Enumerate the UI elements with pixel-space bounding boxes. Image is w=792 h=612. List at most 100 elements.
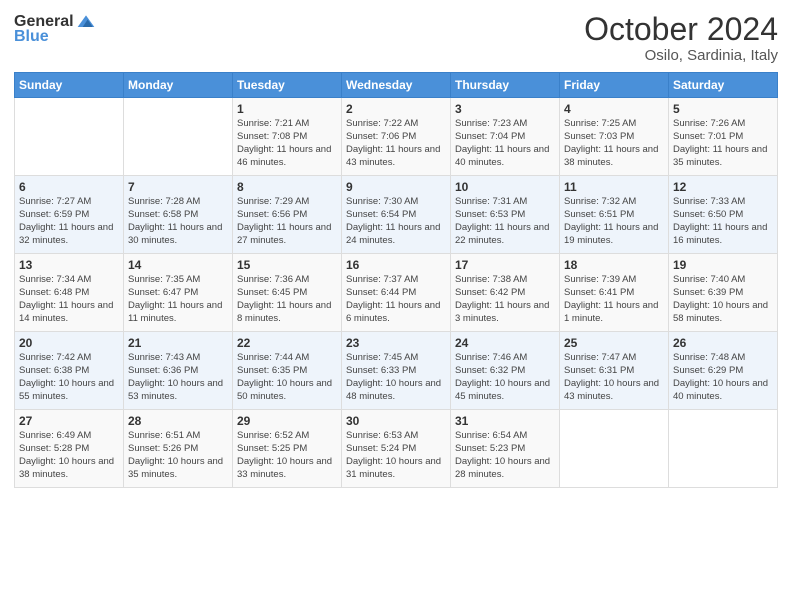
day-number: 25: [564, 336, 664, 350]
calendar-row: 1 Sunrise: 7:21 AM Sunset: 7:08 PM Daylig…: [15, 98, 778, 176]
table-row: 11 Sunrise: 7:32 AM Sunset: 6:51 PM Dayli…: [560, 176, 669, 254]
table-row: [669, 410, 778, 488]
table-row: 20 Sunrise: 7:42 AM Sunset: 6:38 PM Dayli…: [15, 332, 124, 410]
calendar-row: 6Sunrise: 7:27 AM Sunset: 6:59 PM Daylig…: [15, 176, 778, 254]
cell-content: Sunrise: 7:30 AM Sunset: 6:54 PM Dayligh…: [346, 196, 446, 247]
day-number: 15: [237, 258, 337, 272]
table-row: [15, 98, 124, 176]
cell-content: Sunrise: 7:39 AM Sunset: 6:41 PM Dayligh…: [564, 274, 664, 325]
cell-content: Sunrise: 7:46 AM Sunset: 6:32 PM Dayligh…: [455, 352, 555, 403]
day-number: 31: [455, 414, 555, 428]
table-row: 8 Sunrise: 7:29 AM Sunset: 6:56 PM Daylig…: [233, 176, 342, 254]
table-row: 18 Sunrise: 7:39 AM Sunset: 6:41 PM Dayli…: [560, 254, 669, 332]
table-row: 28 Sunrise: 6:51 AM Sunset: 5:26 PM Dayli…: [124, 410, 233, 488]
cell-content: Sunrise: 7:32 AM Sunset: 6:51 PM Dayligh…: [564, 196, 664, 247]
cell-content: Sunrise: 7:36 AM Sunset: 6:45 PM Dayligh…: [237, 274, 337, 325]
day-number: 4: [564, 102, 664, 116]
cell-content: Sunrise: 6:54 AM Sunset: 5:23 PM Dayligh…: [455, 430, 555, 481]
day-number: 21: [128, 336, 228, 350]
day-number: 20: [19, 336, 119, 350]
table-row: 5 Sunrise: 7:26 AM Sunset: 7:01 PM Daylig…: [669, 98, 778, 176]
table-row: 1 Sunrise: 7:21 AM Sunset: 7:08 PM Daylig…: [233, 98, 342, 176]
table-row: 26 Sunrise: 7:48 AM Sunset: 6:29 PM Dayli…: [669, 332, 778, 410]
day-number: 27: [19, 414, 119, 428]
table-row: 2Sunrise: 7:22 AM Sunset: 7:06 PM Daylig…: [342, 98, 451, 176]
day-number: 16: [346, 258, 446, 272]
day-number: 7: [128, 180, 228, 194]
day-number: 14: [128, 258, 228, 272]
cell-content: Sunrise: 6:51 AM Sunset: 5:26 PM Dayligh…: [128, 430, 228, 481]
cell-content: Sunrise: 7:26 AM Sunset: 7:01 PM Dayligh…: [673, 118, 773, 169]
cell-content: Sunrise: 6:49 AM Sunset: 5:28 PM Dayligh…: [19, 430, 119, 481]
day-number: 2: [346, 102, 446, 116]
cell-content: Sunrise: 7:44 AM Sunset: 6:35 PM Dayligh…: [237, 352, 337, 403]
cell-content: Sunrise: 7:34 AM Sunset: 6:48 PM Dayligh…: [19, 274, 119, 325]
table-row: 4Sunrise: 7:25 AM Sunset: 7:03 PM Daylig…: [560, 98, 669, 176]
cell-content: Sunrise: 7:28 AM Sunset: 6:58 PM Dayligh…: [128, 196, 228, 247]
col-wednesday: Wednesday: [342, 73, 451, 98]
day-number: 26: [673, 336, 773, 350]
day-number: 19: [673, 258, 773, 272]
cell-content: Sunrise: 7:38 AM Sunset: 6:42 PM Dayligh…: [455, 274, 555, 325]
day-number: 29: [237, 414, 337, 428]
cell-content: Sunrise: 7:31 AM Sunset: 6:53 PM Dayligh…: [455, 196, 555, 247]
cell-content: Sunrise: 7:29 AM Sunset: 6:56 PM Dayligh…: [237, 196, 337, 247]
day-number: 23: [346, 336, 446, 350]
table-row: 25 Sunrise: 7:47 AM Sunset: 6:31 PM Dayli…: [560, 332, 669, 410]
table-row: 3 Sunrise: 7:23 AM Sunset: 7:04 PM Daylig…: [451, 98, 560, 176]
table-row: [560, 410, 669, 488]
table-row: 27 Sunrise: 6:49 AM Sunset: 5:28 PM Dayli…: [15, 410, 124, 488]
day-number: 8: [237, 180, 337, 194]
col-tuesday: Tuesday: [233, 73, 342, 98]
day-number: 24: [455, 336, 555, 350]
table-row: [124, 98, 233, 176]
table-row: 19Sunrise: 7:40 AM Sunset: 6:39 PM Dayli…: [669, 254, 778, 332]
calendar-row: 13 Sunrise: 7:34 AM Sunset: 6:48 PM Dayli…: [15, 254, 778, 332]
month-title: October 2024: [584, 12, 778, 47]
title-block: October 2024 Osilo, Sardinia, Italy: [584, 12, 778, 64]
table-row: 31 Sunrise: 6:54 AM Sunset: 5:23 PM Dayli…: [451, 410, 560, 488]
cell-content: Sunrise: 7:48 AM Sunset: 6:29 PM Dayligh…: [673, 352, 773, 403]
logo: General Blue: [14, 12, 96, 46]
table-row: 30Sunrise: 6:53 AM Sunset: 5:24 PM Dayli…: [342, 410, 451, 488]
col-sunday: Sunday: [15, 73, 124, 98]
day-number: 1: [237, 102, 337, 116]
cell-content: Sunrise: 7:42 AM Sunset: 6:38 PM Dayligh…: [19, 352, 119, 403]
main-container: General Blue October 2024 Osilo, Sardini…: [0, 0, 792, 498]
header-row: Sunday Monday Tuesday Wednesday Thursday…: [15, 73, 778, 98]
calendar-table: Sunday Monday Tuesday Wednesday Thursday…: [14, 72, 778, 488]
cell-content: Sunrise: 6:52 AM Sunset: 5:25 PM Dayligh…: [237, 430, 337, 481]
table-row: 21Sunrise: 7:43 AM Sunset: 6:36 PM Dayli…: [124, 332, 233, 410]
cell-content: Sunrise: 7:33 AM Sunset: 6:50 PM Dayligh…: [673, 196, 773, 247]
day-number: 6: [19, 180, 119, 194]
cell-content: Sunrise: 7:23 AM Sunset: 7:04 PM Dayligh…: [455, 118, 555, 169]
day-number: 22: [237, 336, 337, 350]
day-number: 5: [673, 102, 773, 116]
day-number: 10: [455, 180, 555, 194]
cell-content: Sunrise: 7:45 AM Sunset: 6:33 PM Dayligh…: [346, 352, 446, 403]
calendar-row: 20 Sunrise: 7:42 AM Sunset: 6:38 PM Dayli…: [15, 332, 778, 410]
day-number: 13: [19, 258, 119, 272]
day-number: 18: [564, 258, 664, 272]
table-row: 29 Sunrise: 6:52 AM Sunset: 5:25 PM Dayli…: [233, 410, 342, 488]
header: General Blue October 2024 Osilo, Sardini…: [14, 12, 778, 64]
cell-content: Sunrise: 7:21 AM Sunset: 7:08 PM Dayligh…: [237, 118, 337, 169]
col-friday: Friday: [560, 73, 669, 98]
table-row: 16 Sunrise: 7:37 AM Sunset: 6:44 PM Dayli…: [342, 254, 451, 332]
table-row: 15 Sunrise: 7:36 AM Sunset: 6:45 PM Dayli…: [233, 254, 342, 332]
cell-content: Sunrise: 7:37 AM Sunset: 6:44 PM Dayligh…: [346, 274, 446, 325]
col-saturday: Saturday: [669, 73, 778, 98]
calendar-row: 27 Sunrise: 6:49 AM Sunset: 5:28 PM Dayli…: [15, 410, 778, 488]
day-number: 3: [455, 102, 555, 116]
table-row: 22 Sunrise: 7:44 AM Sunset: 6:35 PM Dayli…: [233, 332, 342, 410]
cell-content: Sunrise: 7:35 AM Sunset: 6:47 PM Dayligh…: [128, 274, 228, 325]
day-number: 28: [128, 414, 228, 428]
table-row: 6Sunrise: 7:27 AM Sunset: 6:59 PM Daylig…: [15, 176, 124, 254]
table-row: 14 Sunrise: 7:35 AM Sunset: 6:47 PM Dayli…: [124, 254, 233, 332]
table-row: 23 Sunrise: 7:45 AM Sunset: 6:33 PM Dayli…: [342, 332, 451, 410]
cell-content: Sunrise: 7:47 AM Sunset: 6:31 PM Dayligh…: [564, 352, 664, 403]
day-number: 9: [346, 180, 446, 194]
day-number: 11: [564, 180, 664, 194]
logo-icon: [76, 12, 96, 32]
day-number: 17: [455, 258, 555, 272]
